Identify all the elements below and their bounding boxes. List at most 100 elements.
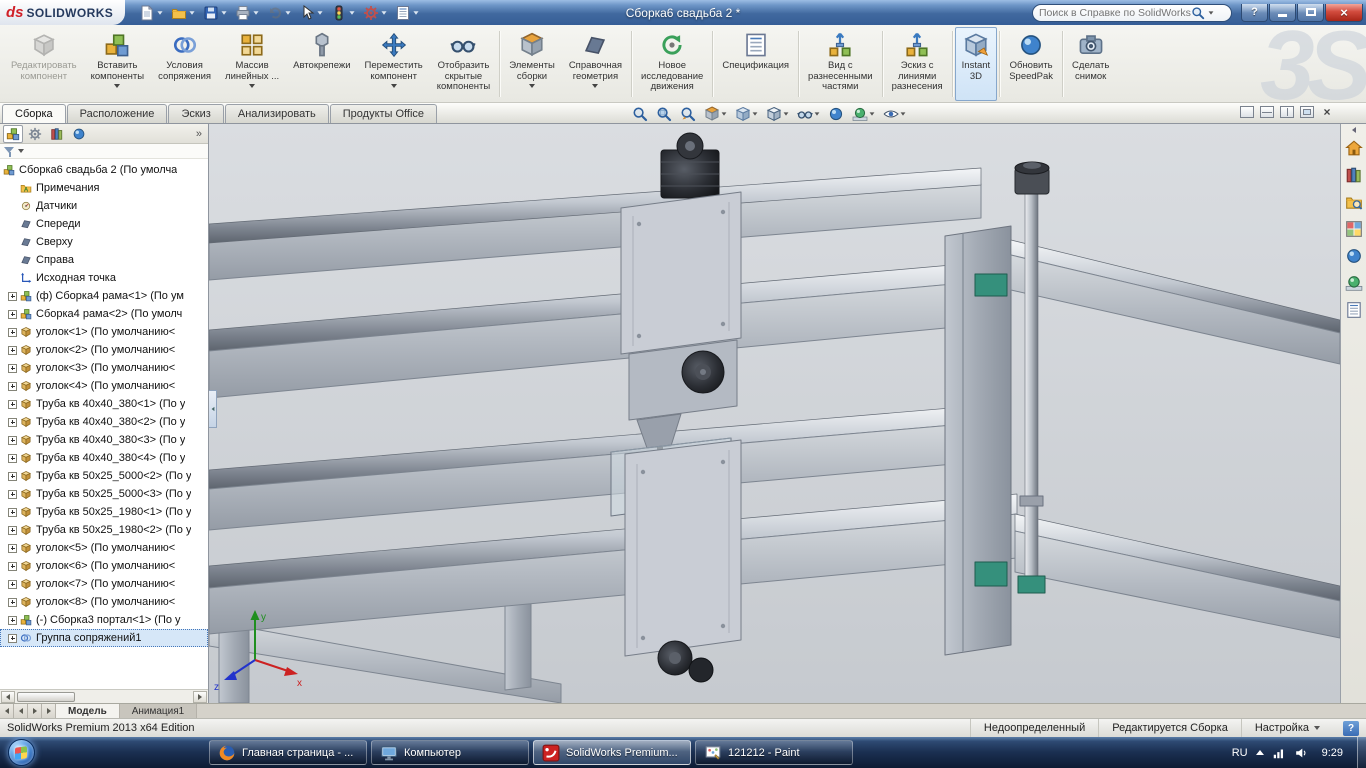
expand-plus-icon[interactable] bbox=[8, 543, 17, 553]
hide-show-items-button[interactable] bbox=[795, 105, 822, 123]
tree-item[interactable]: Труба кв 50x25_1980<2> (По у bbox=[0, 521, 208, 539]
commandmanager-tab[interactable]: Анализировать bbox=[224, 104, 329, 123]
titlebar[interactable]: ds SOLIDWORKS Сборка6 свадьба 2 * ? × bbox=[0, 0, 1366, 25]
tree-item[interactable]: Сборка4 рама<2> (По умолч bbox=[0, 305, 208, 323]
tab-scroll-first-button[interactable] bbox=[0, 704, 14, 718]
minimize-button[interactable] bbox=[1269, 3, 1296, 22]
display-style-button[interactable] bbox=[764, 105, 791, 123]
help-search-box[interactable] bbox=[1032, 3, 1232, 22]
linear-pattern-button[interactable]: Массив линейных ... bbox=[218, 27, 286, 101]
close-view-button[interactable]: × bbox=[1320, 105, 1334, 119]
commandmanager-tab[interactable]: Продукты Office bbox=[329, 104, 438, 123]
volume-icon[interactable] bbox=[1294, 746, 1308, 760]
new-motion-study-button[interactable]: Новое исследование движения bbox=[634, 27, 710, 101]
displaymanager-tab[interactable] bbox=[69, 125, 89, 143]
clamp-block-bottom[interactable] bbox=[974, 561, 1008, 587]
commandmanager-tab[interactable]: Эскиз bbox=[168, 104, 224, 123]
take-snapshot-button[interactable]: Сделать снимок bbox=[1065, 27, 1116, 101]
maximize-button[interactable] bbox=[1297, 3, 1324, 22]
options-button[interactable] bbox=[360, 3, 390, 23]
exploded-view-button[interactable]: Вид с разнесенными частями bbox=[801, 27, 880, 101]
rebuild-button[interactable] bbox=[328, 3, 358, 23]
expand-plus-icon[interactable] bbox=[8, 633, 17, 643]
undo-button[interactable] bbox=[264, 3, 294, 23]
tree-item[interactable]: уголок<7> (По умолчанию< bbox=[0, 575, 208, 593]
update-speedpak-button[interactable]: Обновить SpeedPak bbox=[1002, 27, 1060, 101]
expand-plus-icon[interactable] bbox=[8, 291, 17, 301]
help-button[interactable]: ? bbox=[1241, 3, 1268, 22]
scroll-left-button[interactable] bbox=[1, 690, 15, 703]
graphics-viewport[interactable]: y x z bbox=[209, 124, 1340, 703]
edit-component-button[interactable]: Редактировать компонент bbox=[4, 27, 84, 101]
expand-plus-icon[interactable] bbox=[8, 561, 17, 571]
clamp-block-top[interactable] bbox=[974, 273, 1008, 297]
tree-item[interactable]: (ф) Сборка4 рама<1> (По ум bbox=[0, 287, 208, 305]
commandmanager-tab[interactable]: Сборка bbox=[2, 104, 66, 123]
print-button[interactable] bbox=[232, 3, 262, 23]
edit-appearance-button[interactable] bbox=[826, 105, 846, 123]
status-help-button[interactable]: ? bbox=[1343, 720, 1359, 736]
smart-fasteners-button[interactable]: Автокрепежи bbox=[286, 27, 357, 101]
file-explorer-button[interactable] bbox=[1344, 192, 1364, 212]
appearances-button[interactable] bbox=[1344, 246, 1364, 266]
rod-collar[interactable] bbox=[1019, 495, 1044, 507]
scenes-button[interactable] bbox=[1344, 273, 1364, 293]
reference-geometry-button[interactable]: Справочная геометрия bbox=[562, 27, 629, 101]
tree-item[interactable]: Труба кв 40x40_380<2> (По у bbox=[0, 413, 208, 431]
expand-plus-icon[interactable] bbox=[8, 453, 17, 463]
view-settings-button[interactable] bbox=[881, 105, 908, 123]
expand-plus-icon[interactable] bbox=[8, 471, 17, 481]
instant-3d-button[interactable]: Instant 3D bbox=[954, 27, 998, 101]
language-indicator[interactable]: RU bbox=[1232, 747, 1248, 759]
lower-motor-secondary[interactable] bbox=[688, 657, 714, 683]
tree-item[interactable]: Сверху bbox=[0, 233, 208, 251]
task-pane-expand-button[interactable] bbox=[1351, 127, 1356, 133]
show-hidden-components-button[interactable]: Отобразить скрытые компоненты bbox=[430, 27, 497, 101]
open-button[interactable] bbox=[168, 3, 198, 23]
save-button[interactable] bbox=[200, 3, 230, 23]
tree-item[interactable]: уголок<2> (По умолчанию< bbox=[0, 341, 208, 359]
tree-item[interactable]: Справа bbox=[0, 251, 208, 269]
expand-plus-icon[interactable] bbox=[8, 489, 17, 499]
assembly-features-button[interactable]: Элементы сборки bbox=[502, 27, 562, 101]
select-button[interactable] bbox=[296, 3, 326, 23]
tree-item[interactable]: Исходная точка bbox=[0, 269, 208, 287]
taskbar-button[interactable]: Главная страница - ... bbox=[209, 740, 367, 765]
previous-view-button[interactable] bbox=[678, 105, 698, 123]
bill-of-materials-button[interactable]: Спецификация bbox=[715, 27, 796, 101]
filter-caret-icon[interactable] bbox=[18, 149, 24, 153]
scroll-right-button[interactable] bbox=[193, 690, 207, 703]
carriage-plate[interactable] bbox=[620, 191, 742, 355]
move-component-button[interactable]: Переместить компонент bbox=[358, 27, 430, 101]
close-button[interactable]: × bbox=[1325, 3, 1363, 22]
network-icon[interactable] bbox=[1272, 746, 1286, 760]
expand-plus-icon[interactable] bbox=[8, 399, 17, 409]
tree-item[interactable]: Труба кв 50x25_5000<2> (По у bbox=[0, 467, 208, 485]
commandmanager-tab[interactable]: Расположение bbox=[66, 104, 168, 123]
tree-item[interactable]: уголок<6> (По умолчанию< bbox=[0, 557, 208, 575]
configurationmanager-tab[interactable] bbox=[47, 125, 67, 143]
taskbar-button[interactable]: Компьютер bbox=[371, 740, 529, 765]
show-desktop-button[interactable] bbox=[1357, 737, 1366, 768]
view-orientation-button[interactable] bbox=[733, 105, 760, 123]
tree-horizontal-scrollbar[interactable] bbox=[0, 689, 208, 703]
expand-plus-icon[interactable] bbox=[8, 507, 17, 517]
tab-scroll-left-button[interactable] bbox=[14, 704, 28, 718]
tree-item[interactable]: Группа сопряжений1 bbox=[0, 629, 208, 647]
featuremanager-tab[interactable] bbox=[3, 124, 23, 143]
tree-item[interactable]: (-) Сборка3 портал<1> (По у bbox=[0, 611, 208, 629]
tree-item[interactable]: уголок<8> (По умолчанию< bbox=[0, 593, 208, 611]
hidden-icons-button[interactable] bbox=[1255, 750, 1264, 755]
rod-base-block[interactable] bbox=[1017, 575, 1046, 594]
expand-plus-icon[interactable] bbox=[8, 525, 17, 535]
search-icon[interactable] bbox=[1191, 6, 1205, 20]
new-document-button[interactable] bbox=[136, 3, 166, 23]
expand-plus-icon[interactable] bbox=[8, 615, 17, 625]
3d-scene[interactable]: y x z bbox=[209, 124, 1340, 703]
tree-item[interactable]: Датчики bbox=[0, 197, 208, 215]
start-button[interactable] bbox=[0, 737, 42, 768]
file-properties-button[interactable] bbox=[392, 3, 422, 23]
expand-plus-icon[interactable] bbox=[8, 381, 17, 391]
pane-full-button[interactable] bbox=[1300, 106, 1314, 118]
tree-item[interactable]: Труба кв 50x25_1980<1> (По у bbox=[0, 503, 208, 521]
